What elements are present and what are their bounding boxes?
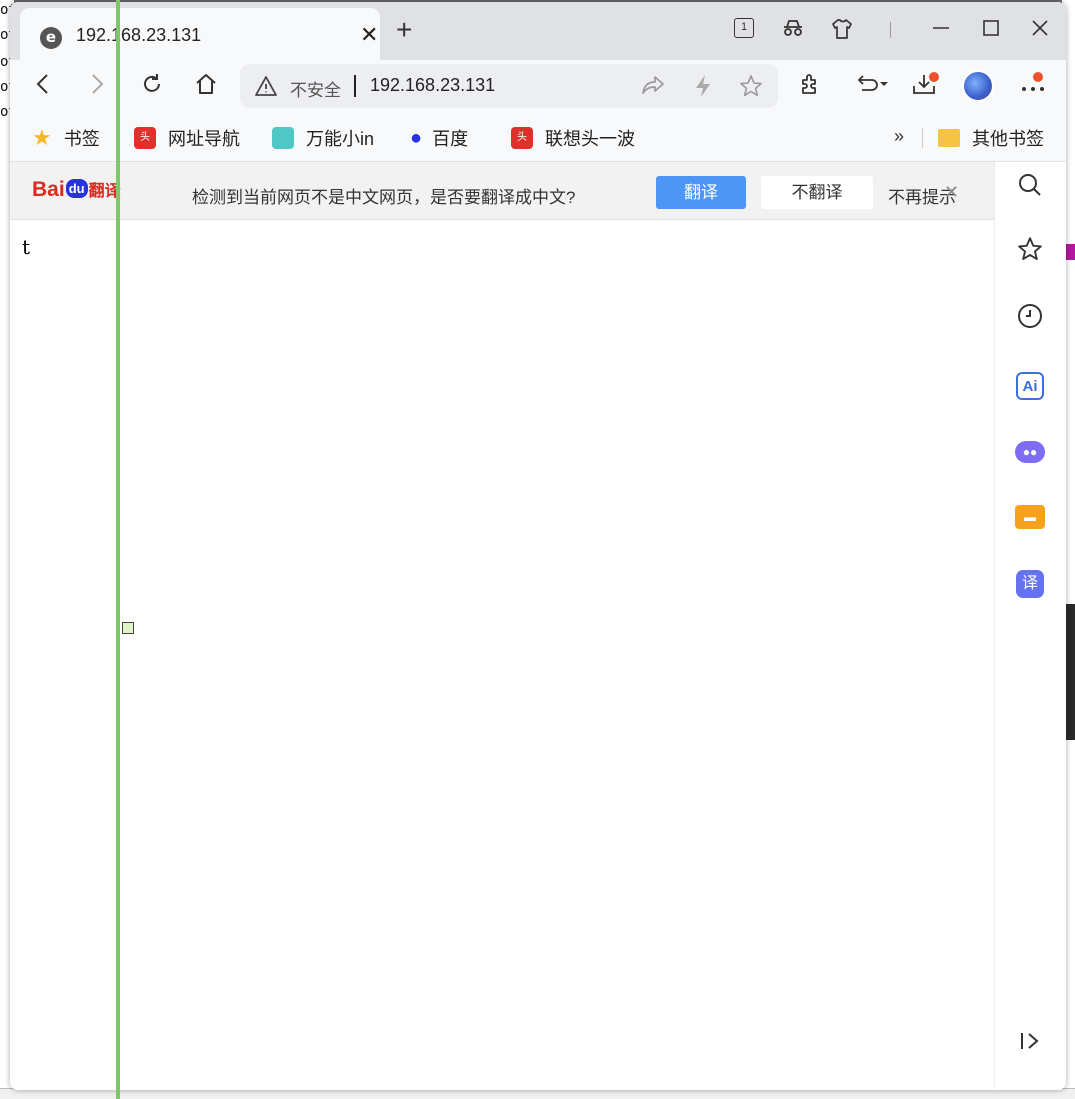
toolbox-briefcase-icon[interactable]: ▬ — [1015, 505, 1045, 529]
e-browser-icon: e — [40, 27, 62, 49]
bookmark-item-xiaoin[interactable]: 万能小in — [272, 126, 374, 150]
star-icon: ★ — [32, 125, 52, 150]
warning-triangle-icon[interactable] — [254, 74, 278, 98]
translate-icon[interactable]: 译 — [1016, 570, 1044, 598]
address-divider — [354, 75, 356, 97]
security-label[interactable]: 不安全 — [290, 76, 341, 101]
forward-icon[interactable] — [82, 72, 112, 102]
download-badge — [929, 72, 939, 82]
right-sidebar: Ai ●● ▬ 译 — [994, 162, 1066, 1090]
toutiao-icon: 头 — [511, 127, 533, 149]
back-icon[interactable] — [28, 72, 58, 102]
other-bookmarks-folder[interactable]: 其他书签 — [938, 126, 1044, 150]
avatar[interactable] — [962, 70, 994, 102]
skin-shirt-icon[interactable] — [828, 18, 856, 44]
navigation-toolbar: 不安全 192.168.23.131 — [10, 60, 1066, 114]
minimize-icon[interactable] — [927, 18, 955, 44]
favorites-star-icon[interactable] — [1013, 236, 1047, 270]
bookmark-label: 书签 — [63, 129, 100, 149]
close-window-icon[interactable] — [1026, 18, 1054, 44]
star-bookmark-icon[interactable] — [738, 74, 764, 98]
translate-bar: Bai du 翻译 检测到当前网页不是中文网页，是否要翻译成中文? 翻译 不翻译 不… — [10, 162, 994, 220]
game-controller-icon[interactable]: ●● — [1015, 441, 1045, 463]
maximize-icon[interactable] — [977, 18, 1005, 44]
tab-active[interactable]: e 192.168.23.131 ✕ — [20, 8, 380, 60]
incognito-icon[interactable] — [779, 18, 807, 44]
search-icon[interactable] — [1013, 172, 1047, 206]
bookmark-label: 万能小in — [306, 129, 375, 149]
translate-message: 检测到当前网页不是中文网页，是否要翻译成中文? — [192, 188, 576, 207]
other-bookmarks-label: 其他书签 — [972, 129, 1044, 149]
bookmark-label: 百度 — [432, 129, 469, 149]
baidu-paw-icon: ● — [410, 127, 423, 149]
page-content: t — [10, 221, 994, 1090]
bookmark-item-bookmarks[interactable]: ★ 书签 — [32, 126, 100, 150]
bookmark-item-nav[interactable]: 头 网址导航 — [134, 126, 240, 150]
tab-count-icon[interactable]: 1 — [734, 18, 754, 38]
browser-window: e 192.168.23.131 ✕ + 1 不安全 192.168.23.13… — [10, 2, 1066, 1090]
dont-translate-button[interactable]: 不翻译 — [761, 176, 873, 209]
bookmark-label: 联想头一波 — [545, 129, 635, 149]
close-tab-icon[interactable]: ✕ — [360, 22, 378, 48]
bookmark-label: 网址导航 — [168, 129, 240, 149]
lightning-icon[interactable] — [690, 74, 716, 98]
bookmark-item-baidu[interactable]: ● 百度 — [410, 126, 468, 150]
bookmarks-overflow-button[interactable]: » — [894, 126, 904, 147]
overlay-guide-line[interactable] — [116, 0, 120, 1099]
bookmarks-divider — [922, 128, 923, 148]
history-clock-icon[interactable] — [1013, 303, 1047, 337]
folder-icon — [938, 129, 960, 147]
new-tab-button[interactable]: + — [396, 16, 412, 44]
page-text: t — [22, 235, 31, 259]
reload-icon[interactable] — [137, 72, 167, 102]
address-bar[interactable]: 不安全 192.168.23.131 — [240, 64, 778, 108]
extensions-icon[interactable] — [796, 72, 826, 102]
robot-icon — [272, 127, 294, 149]
baidu-translate-logo: Bai du 翻译 — [32, 178, 121, 201]
overlay-drag-handle[interactable] — [122, 622, 134, 634]
close-icon[interactable]: ✕ — [944, 182, 959, 203]
home-icon[interactable] — [191, 72, 221, 102]
background-accent — [1066, 244, 1075, 260]
toolbar-divider — [890, 22, 891, 38]
url-text[interactable]: 192.168.23.131 — [370, 75, 495, 96]
ai-assistant-icon[interactable]: Ai — [1016, 372, 1044, 400]
undo-dropdown-icon[interactable] — [852, 72, 892, 102]
toutiao-icon: 头 — [134, 127, 156, 149]
bookmark-item-lenovo[interactable]: 头 联想头一波 — [511, 126, 635, 150]
tab-strip: e 192.168.23.131 ✕ + 1 — [10, 2, 1066, 60]
translate-button[interactable]: 翻译 — [656, 176, 746, 209]
collapse-sidebar-icon[interactable] — [1013, 1026, 1047, 1060]
share-icon[interactable] — [640, 74, 666, 98]
menu-badge — [1033, 72, 1043, 82]
bookmarks-bar: ★ 书签 头 网址导航 万能小in ● 百度 头 联想头一波 » 其他书签 — [10, 114, 1066, 162]
tab-title: 192.168.23.131 — [76, 25, 202, 45]
